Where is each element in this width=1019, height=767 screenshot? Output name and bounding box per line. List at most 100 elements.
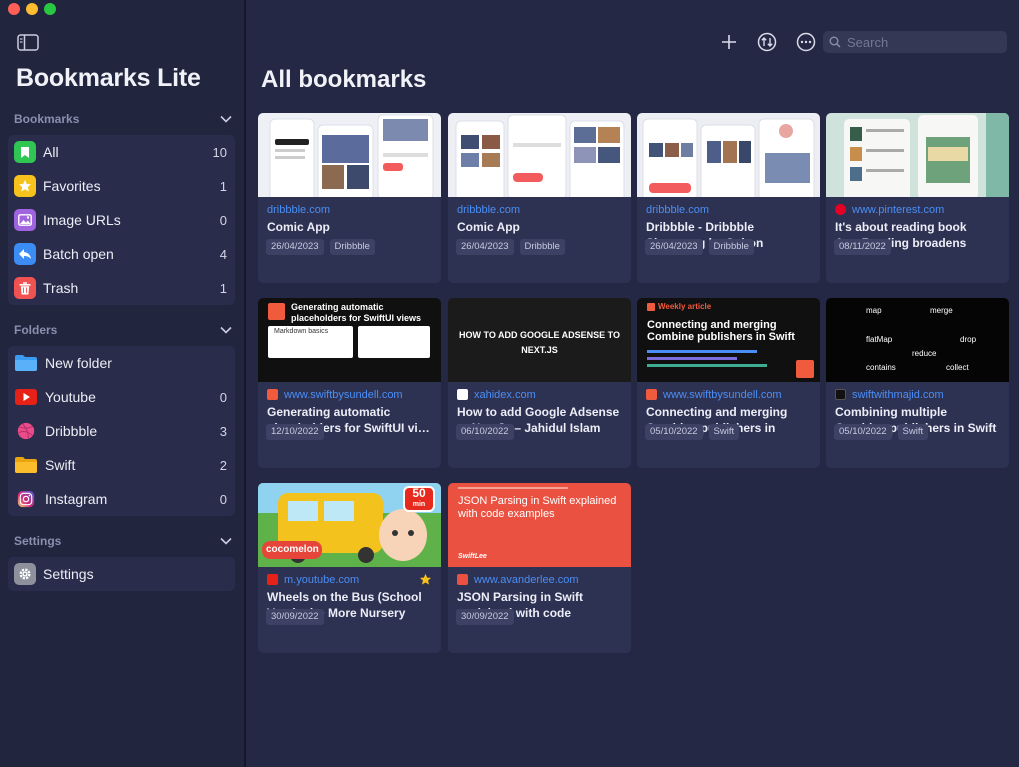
sidebar-item-label: Swift (45, 457, 76, 473)
bookmarks-group: All 10 Favorites 1 Image URLs 0 Batch op… (8, 135, 235, 305)
sidebar-item-batch-open[interactable]: Batch open 4 (8, 237, 235, 271)
card-thumbnail (258, 113, 441, 197)
settings-section-header[interactable]: Settings (14, 531, 232, 551)
page-title: All bookmarks (261, 66, 427, 93)
bookmark-card[interactable]: Weekly article Connecting and merging Co… (637, 298, 820, 468)
settings-group: Settings (8, 557, 235, 591)
swift-by-sundell-icon (646, 389, 657, 400)
card-host: www.avanderlee.com (474, 573, 579, 586)
bookmarks-section-header[interactable]: Bookmarks (14, 109, 232, 129)
youtube-icon (267, 574, 278, 585)
photo-icon (14, 209, 36, 231)
folders-group: New folder Youtube 0 Dribbble 3 Swift 2 (8, 346, 235, 516)
search-field[interactable] (823, 31, 1007, 53)
thumb-word: map (866, 306, 882, 315)
thumb-title: Connecting and merging Combine publisher… (647, 319, 795, 343)
thumb-title: JSON Parsing in Swift explained with cod… (458, 495, 617, 520)
card-date: 05/10/2022 (645, 424, 703, 440)
sidebar-item-all[interactable]: All 10 (8, 135, 235, 169)
app-title: Bookmarks Lite (16, 64, 201, 92)
sidebar-toggle-icon[interactable] (17, 34, 39, 51)
chevron-down-icon (220, 326, 232, 334)
thumb-kicker: Weekly article (658, 302, 712, 311)
card-date: 05/10/2022 (834, 424, 892, 440)
card-host: m.youtube.com (284, 573, 360, 586)
thumb-badge-unit: min (412, 501, 426, 508)
youtube-icon (15, 389, 37, 405)
card-thumbnail (826, 113, 1009, 197)
sidebar-item-label: Instagram (45, 491, 108, 507)
search-icon (829, 36, 841, 48)
folders-section-header[interactable]: Folders (14, 320, 232, 340)
sidebar-item-label: Favorites (43, 178, 101, 194)
thumb-word: flatMap (866, 335, 893, 344)
chevron-down-icon (220, 115, 232, 123)
bookmark-card[interactable]: Generating automatic placeholders for Sw… (258, 298, 441, 468)
bookmark-card[interactable]: HOW TO ADD GOOGLE ADSENSE TO NEXT.JS xah… (448, 298, 631, 468)
sidebar-item-dribbble[interactable]: Dribbble 3 (8, 414, 235, 448)
more-icon[interactable] (795, 31, 817, 53)
sidebar-item-favorites[interactable]: Favorites 1 (8, 169, 235, 203)
card-tag: Dribbble (708, 239, 754, 255)
zoom-window-button[interactable] (44, 3, 56, 15)
thumb-title: Generating automatic placeholders for Sw… (291, 302, 422, 323)
sidebar-item-label: Batch open (43, 246, 114, 262)
bookmark-card[interactable]: dribbble.com Dribbble - Dribbble Shoot.p… (637, 113, 820, 283)
search-input[interactable] (847, 34, 997, 50)
card-thumbnail: Weekly article Connecting and merging Co… (637, 298, 820, 382)
sidebar-item-count: 2 (219, 457, 227, 473)
sidebar-item-count: 0 (219, 212, 227, 228)
bookmark-card[interactable]: dribbble.com Comic App 26/04/2023 Dribbb… (258, 113, 441, 283)
batch-open-icon (14, 243, 36, 265)
sort-icon[interactable] (756, 31, 778, 53)
sidebar: Bookmarks Lite Bookmarks All 10 Favorite… (0, 0, 246, 767)
bookmark-card[interactable]: dribbble.com Comic App 26/04/2023 Dribbb… (448, 113, 631, 283)
bookmark-card[interactable]: map merge flatMap reduce drop contains c… (826, 298, 1009, 468)
bookmark-icon (14, 141, 36, 163)
bookmark-card[interactable]: JSON Parsing in Swift explained with cod… (448, 483, 631, 653)
folder-icon (15, 355, 37, 371)
sidebar-item-swift[interactable]: Swift 2 (8, 448, 235, 482)
sidebar-item-label: New folder (45, 355, 112, 371)
bookmark-card[interactable]: www.pinterest.com It's about reading boo… (826, 113, 1009, 283)
gear-icon (14, 563, 36, 585)
thumb-word: reduce (912, 349, 937, 358)
card-host: www.swiftbysundell.com (663, 388, 782, 401)
app-window: Bookmarks Lite Bookmarks All 10 Favorite… (0, 0, 1019, 767)
card-thumbnail: JSON Parsing in Swift explained with cod… (448, 483, 631, 567)
star-icon (14, 175, 36, 197)
sidebar-item-label: Settings (43, 566, 94, 582)
card-host: www.pinterest.com (852, 203, 945, 216)
main-content: All bookmarks dribbble.com Comic (246, 0, 1019, 767)
xahidex-icon (457, 389, 468, 400)
sidebar-item-count: 3 (219, 423, 227, 439)
sidebar-item-trash[interactable]: Trash 1 (8, 271, 235, 305)
sidebar-item-new-folder[interactable]: New folder (8, 346, 235, 380)
card-date: 06/10/2022 (456, 424, 514, 440)
sidebar-item-youtube[interactable]: Youtube 0 (8, 380, 235, 414)
thumb-text: Markdown basics (274, 328, 329, 335)
bookmark-card[interactable]: 50 min cocomelon m.youtube.com Wheels on… (258, 483, 441, 653)
folder-icon (15, 457, 37, 473)
add-icon[interactable] (718, 31, 740, 53)
sidebar-item-settings[interactable]: Settings (8, 557, 235, 591)
sidebar-item-instagram[interactable]: Instagram 0 (8, 482, 235, 516)
minimize-window-button[interactable] (26, 3, 38, 15)
card-thumbnail: Generating automatic placeholders for Sw… (258, 298, 441, 382)
card-thumbnail: HOW TO ADD GOOGLE ADSENSE TO NEXT.JS (448, 298, 631, 382)
swift-by-sundell-icon (267, 389, 278, 400)
swift-with-majid-icon (835, 389, 846, 400)
favorite-star-icon[interactable] (419, 573, 432, 586)
card-thumbnail: map merge flatMap reduce drop contains c… (826, 298, 1009, 382)
close-window-button[interactable] (8, 3, 20, 15)
card-host: dribbble.com (267, 203, 330, 216)
card-host: www.swiftbysundell.com (284, 388, 403, 401)
card-thumbnail: 50 min cocomelon (258, 483, 441, 567)
thumb-badge: 50 (412, 486, 426, 500)
pinterest-icon (835, 204, 846, 215)
sidebar-item-count: 10 (212, 144, 227, 160)
card-tag: Swift (708, 424, 740, 440)
sidebar-item-count: 1 (219, 280, 227, 296)
sidebar-item-count: 4 (219, 246, 227, 262)
sidebar-item-image-urls[interactable]: Image URLs 0 (8, 203, 235, 237)
